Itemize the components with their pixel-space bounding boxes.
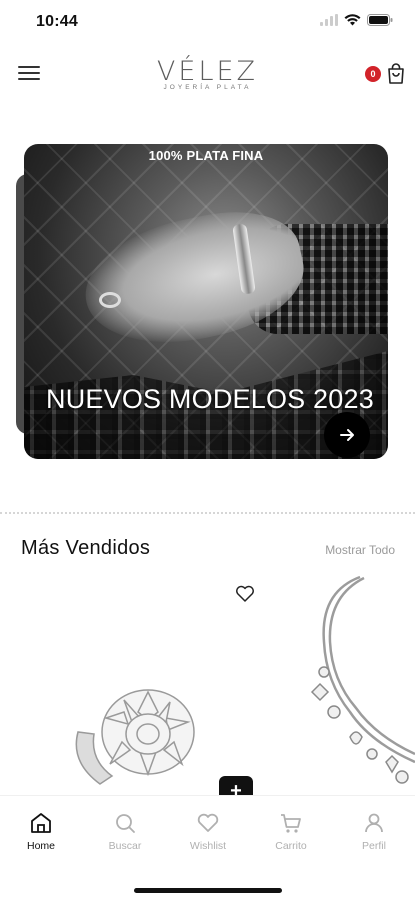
banner-arrow-button[interactable] bbox=[324, 412, 370, 458]
cart-icon bbox=[281, 814, 301, 833]
heart-icon bbox=[197, 813, 219, 832]
user-icon bbox=[365, 813, 383, 833]
nav-profile[interactable]: Perfil bbox=[339, 810, 409, 852]
arrow-right-icon bbox=[340, 429, 354, 441]
home-icon bbox=[31, 813, 51, 833]
product-image-charm-bracelet bbox=[310, 575, 415, 784]
app-header: VÉLEZ JOYERÍA PLATA 0 bbox=[0, 50, 415, 110]
banner-photo-ring bbox=[99, 292, 121, 308]
wifi-icon bbox=[344, 14, 361, 26]
product-image-flower-ring bbox=[75, 689, 195, 785]
nav-wishlist-label: Wishlist bbox=[189, 840, 227, 852]
nav-search[interactable]: Buscar bbox=[90, 810, 160, 852]
nav-cart[interactable]: Carrito bbox=[256, 810, 326, 852]
product-card[interactable]: + bbox=[0, 572, 270, 806]
header-cart-button[interactable]: 0 bbox=[365, 62, 407, 88]
nav-home-label: Home bbox=[26, 840, 55, 852]
nav-cart-label: Carrito bbox=[275, 840, 307, 852]
status-time: 10:44 bbox=[36, 13, 78, 30]
bottom-navigation: Home Buscar Wishlist Carrito Perfil bbox=[0, 795, 415, 900]
nav-search-label: Buscar bbox=[108, 840, 142, 852]
banner-title: NUEVOS MODELOS 2023 bbox=[46, 384, 374, 414]
promo-banner[interactable]: 100% PLATA FINA NUEVOS MODELOS 2023 bbox=[24, 144, 388, 459]
brand-logo[interactable]: VÉLEZ JOYERÍA PLATA bbox=[0, 56, 415, 91]
banner-tag: 100% PLATA FINA bbox=[148, 148, 264, 163]
promo-banner-carousel[interactable]: 100% PLATA FINA NUEVOS MODELOS 2023 bbox=[16, 144, 390, 460]
logo-wordmark: VÉLEZ bbox=[156, 56, 259, 87]
signal-icon bbox=[320, 14, 338, 26]
home-indicator bbox=[134, 888, 282, 893]
cart-count-badge: 0 bbox=[365, 66, 381, 82]
product-card[interactable] bbox=[290, 572, 415, 802]
status-bar: 10:44 bbox=[0, 0, 415, 46]
nav-home[interactable]: Home bbox=[6, 810, 76, 852]
section-title: Más Vendidos bbox=[21, 537, 151, 559]
nav-profile-label: Perfil bbox=[362, 840, 386, 852]
show-all-link[interactable]: Mostrar Todo bbox=[325, 543, 395, 557]
search-icon bbox=[116, 814, 135, 833]
logo-tagline: JOYERÍA PLATA bbox=[163, 84, 252, 91]
shopping-bag-icon bbox=[388, 63, 404, 84]
status-icons bbox=[320, 14, 393, 26]
battery-icon bbox=[367, 14, 393, 26]
heart-icon[interactable] bbox=[235, 585, 255, 603]
nav-wishlist[interactable]: Wishlist bbox=[173, 810, 243, 852]
section-divider bbox=[0, 512, 415, 514]
